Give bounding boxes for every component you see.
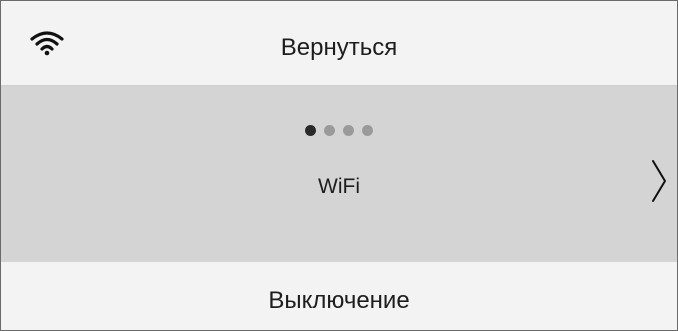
shutdown-label: Выключение: [268, 287, 410, 314]
back-button[interactable]: Вернуться: [1, 1, 677, 86]
back-label: Вернуться: [280, 34, 398, 61]
page-dot: [323, 125, 335, 136]
chevron-right-icon[interactable]: [649, 158, 669, 204]
carousel-item-label: WiFi: [318, 175, 360, 198]
shutdown-button[interactable]: Выключение: [1, 263, 677, 330]
page-dot-active: [304, 125, 316, 136]
page-dot: [361, 125, 373, 136]
page-indicator: [0, 125, 677, 136]
page-dot: [342, 125, 354, 136]
device-screen: Вернуться WiFi Выключение: [0, 0, 678, 331]
menu-carousel[interactable]: WiFi: [1, 86, 677, 262]
